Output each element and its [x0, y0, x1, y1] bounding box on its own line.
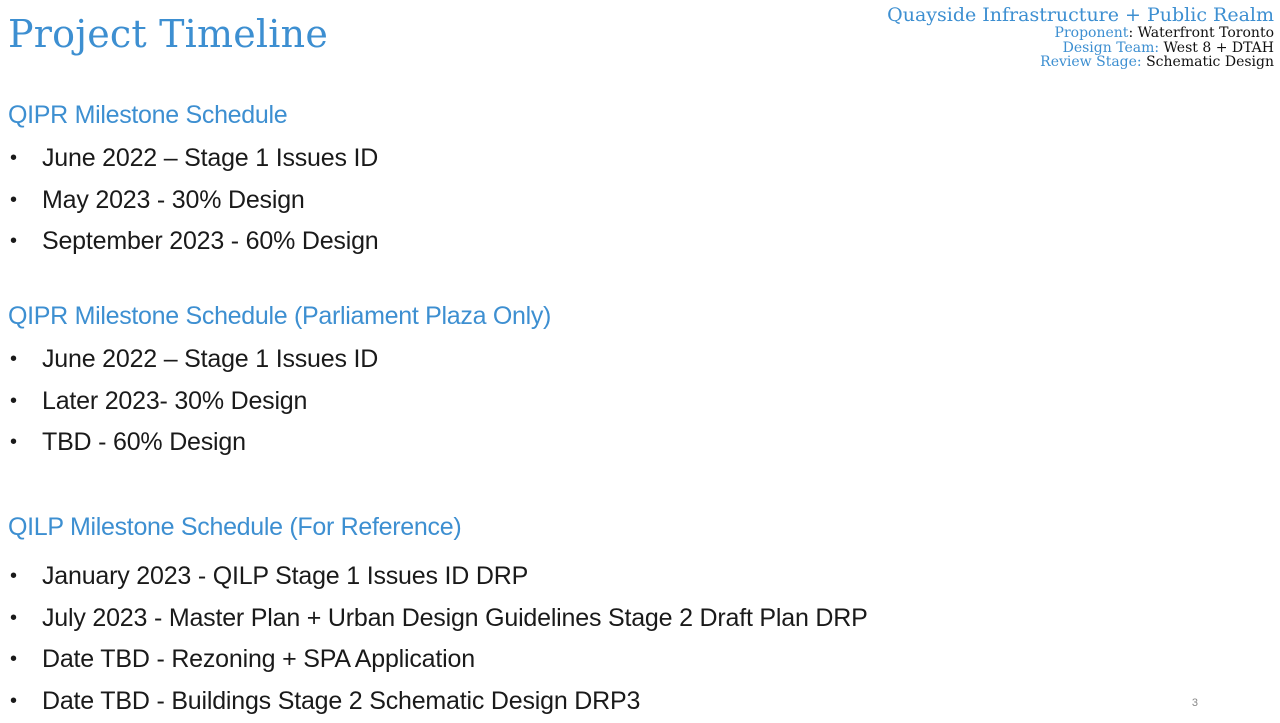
list-item-text: TBD - 60% Design — [42, 428, 246, 457]
list-item-text: Date TBD - Buildings Stage 2 Schematic D… — [42, 687, 641, 716]
bullet-icon: • — [10, 431, 17, 454]
list-item-text: September 2023 - 60% Design — [42, 227, 379, 256]
section-list-qilp: • January 2023 - QILP Stage 1 Issues ID D… — [8, 556, 868, 723]
list-item-text: June 2022 – Stage 1 Issues ID — [42, 345, 379, 373]
slide: Project Timeline Quayside Infrastructure… — [0, 0, 1280, 723]
section-list-qipr: • June 2022 – Stage 1 Issues ID • May 2023… — [8, 138, 379, 263]
project-name: Quayside Infrastructure + Public Realm — [887, 4, 1274, 26]
proponent-value: Waterfront Toronto — [1137, 24, 1274, 41]
list-item-text: June 2022 – Stage 1 Issues ID — [42, 144, 379, 172]
bullet-icon: • — [10, 606, 17, 629]
list-item: • July 2023 - Master Plan + Urban Design … — [8, 598, 868, 640]
bullet-icon: • — [10, 147, 17, 169]
bullet-icon: • — [10, 188, 17, 211]
design-team-line: Design Team: West 8 + DTAH — [887, 39, 1274, 56]
list-item: • June 2022 – Stage 1 Issues ID — [8, 138, 378, 180]
section-heading-parliament-plaza: QIPR Milestone Schedule (Parliament Plaz… — [8, 302, 552, 330]
bullet-icon: • — [10, 389, 17, 412]
bullet-icon: • — [10, 348, 17, 370]
proponent-line: Proponent: Waterfront Toronto — [1054, 24, 1274, 41]
list-item: • Date TBD - Buildings Stage 2 Schematic … — [8, 681, 868, 723]
list-item: • Date TBD - Rezoning + SPA Application — [8, 639, 868, 681]
page-title: Project Timeline — [8, 12, 329, 56]
review-stage-line: Review Stage: Schematic Design — [887, 55, 1274, 70]
list-item-text: Later 2023- 30% Design — [42, 386, 308, 415]
section-heading-qilp: QILP Milestone Schedule (For Reference) — [8, 513, 462, 541]
proponent-label: Proponent — [1054, 24, 1129, 41]
bullet-icon: • — [10, 565, 17, 587]
review-stage-value: Schematic Design — [1146, 54, 1274, 71]
list-item-text: May 2023 - 30% Design — [42, 185, 305, 214]
list-item-text: July 2023 - Master Plan + Urban Design G… — [42, 603, 868, 632]
list-item-text: Date TBD - Rezoning + SPA Application — [42, 645, 475, 674]
list-item: • TBD - 60% Design — [8, 422, 378, 464]
list-item: • September 2023 - 60% Design — [8, 221, 379, 263]
design-team-value: West 8 + DTAH — [1163, 39, 1274, 56]
list-item: • Later 2023- 30% Design — [8, 381, 378, 423]
list-item: • May 2023 - 30% Design — [8, 180, 378, 222]
list-item: • June 2022 – Stage 1 Issues ID — [8, 339, 378, 381]
bullet-icon: • — [10, 690, 17, 713]
page-number: 3 — [1191, 697, 1198, 709]
bullet-icon: • — [10, 230, 17, 253]
review-stage-label: Review Stage: — [1040, 54, 1142, 71]
design-team-label: Design Team: — [1062, 39, 1160, 56]
list-item-text: January 2023 - QILP Stage 1 Issues ID DR… — [42, 562, 529, 590]
section-heading-qipr: QIPR Milestone Schedule — [8, 101, 288, 129]
bullet-icon: • — [10, 648, 17, 671]
section-list-parliament-plaza: • June 2022 – Stage 1 Issues ID • Later 20… — [8, 339, 378, 464]
project-info-block: Quayside Infrastructure + Public Realm P… — [887, 4, 1274, 70]
list-item: • January 2023 - QILP Stage 1 Issues ID D… — [8, 556, 868, 598]
